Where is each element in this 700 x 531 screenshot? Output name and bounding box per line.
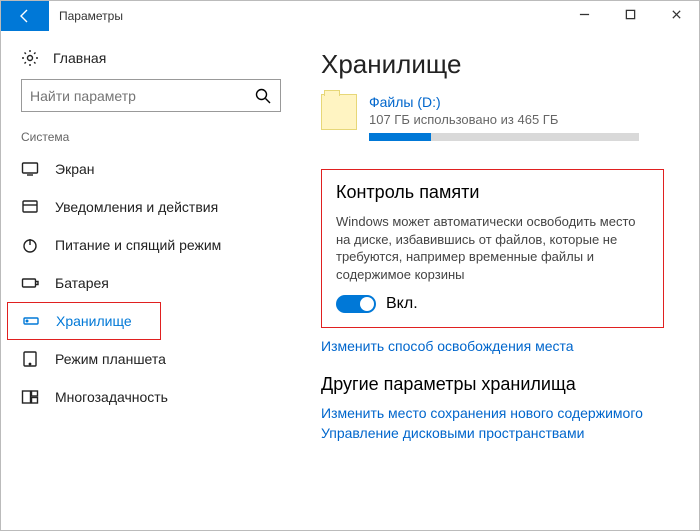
- minimize-icon: [579, 9, 590, 23]
- sidebar-item-label: Батарея: [55, 275, 109, 291]
- drive-row[interactable]: Файлы (D:) 107 ГБ использовано из 465 ГБ: [321, 94, 669, 141]
- usage-bar: [369, 133, 639, 141]
- storage-sense-box: Контроль памяти Windows может автоматиче…: [321, 169, 664, 328]
- display-icon: [21, 160, 39, 178]
- toggle-label: Вкл.: [386, 295, 418, 313]
- home-nav[interactable]: Главная: [1, 43, 301, 79]
- drive-name-link[interactable]: Файлы (D:): [369, 94, 669, 110]
- maximize-button[interactable]: [607, 1, 653, 31]
- sidebar-item-label: Экран: [55, 161, 95, 177]
- sidebar-item-label: Хранилище: [56, 313, 132, 329]
- other-settings-heading: Другие параметры хранилища: [321, 374, 669, 395]
- battery-icon: [21, 274, 39, 292]
- storage-sense-description: Windows может автоматически освободить м…: [336, 213, 649, 283]
- sidebar-item-power[interactable]: Питание и спящий режим: [1, 226, 301, 264]
- gear-icon: [21, 49, 39, 67]
- sidebar-item-label: Многозадачность: [55, 389, 168, 405]
- sidebar-item-notifications[interactable]: Уведомления и действия: [1, 188, 301, 226]
- tablet-icon: [21, 350, 39, 368]
- window-title: Параметры: [49, 1, 133, 31]
- search-icon: [254, 87, 272, 105]
- storage-sense-title: Контроль памяти: [336, 182, 649, 203]
- storage-sense-toggle[interactable]: [336, 295, 376, 313]
- home-label: Главная: [53, 50, 106, 66]
- close-icon: [671, 9, 682, 23]
- sidebar-item-storage[interactable]: Хранилище: [7, 302, 161, 340]
- page-title: Хранилище: [321, 49, 669, 80]
- drive-usage-text: 107 ГБ использовано из 465 ГБ: [369, 112, 669, 127]
- maximize-icon: [625, 9, 636, 23]
- change-save-location-link[interactable]: Изменить место сохранения нового содержи…: [321, 405, 669, 421]
- notification-icon: [21, 198, 39, 216]
- sidebar-item-label: Уведомления и действия: [55, 199, 218, 215]
- sidebar-item-battery[interactable]: Батарея: [1, 264, 301, 302]
- minimize-button[interactable]: [561, 1, 607, 31]
- titlebar: Параметры: [1, 1, 699, 31]
- section-label: Система: [1, 130, 301, 150]
- change-free-space-link[interactable]: Изменить способ освобождения места: [321, 338, 669, 354]
- main-panel: Хранилище Файлы (D:) 107 ГБ использовано…: [301, 31, 699, 530]
- sidebar-item-multitask[interactable]: Многозадачность: [1, 378, 301, 416]
- usage-bar-fill: [369, 133, 431, 141]
- sidebar-item-label: Питание и спящий режим: [55, 237, 221, 253]
- sidebar-item-display[interactable]: Экран: [1, 150, 301, 188]
- power-icon: [21, 236, 39, 254]
- multitask-icon: [21, 388, 39, 406]
- search-input[interactable]: [30, 88, 254, 104]
- sidebar-item-label: Режим планшета: [55, 351, 166, 367]
- storage-icon: [22, 312, 40, 330]
- sidebar: Главная Система Экран Уведомления и дейс…: [1, 31, 301, 530]
- manage-storage-spaces-link[interactable]: Управление дисковыми пространствами: [321, 425, 669, 441]
- search-box[interactable]: [21, 79, 281, 112]
- arrow-left-icon: [16, 7, 34, 25]
- folder-icon: [321, 94, 357, 130]
- sidebar-item-tablet[interactable]: Режим планшета: [1, 340, 301, 378]
- back-button[interactable]: [1, 1, 49, 31]
- close-button[interactable]: [653, 1, 699, 31]
